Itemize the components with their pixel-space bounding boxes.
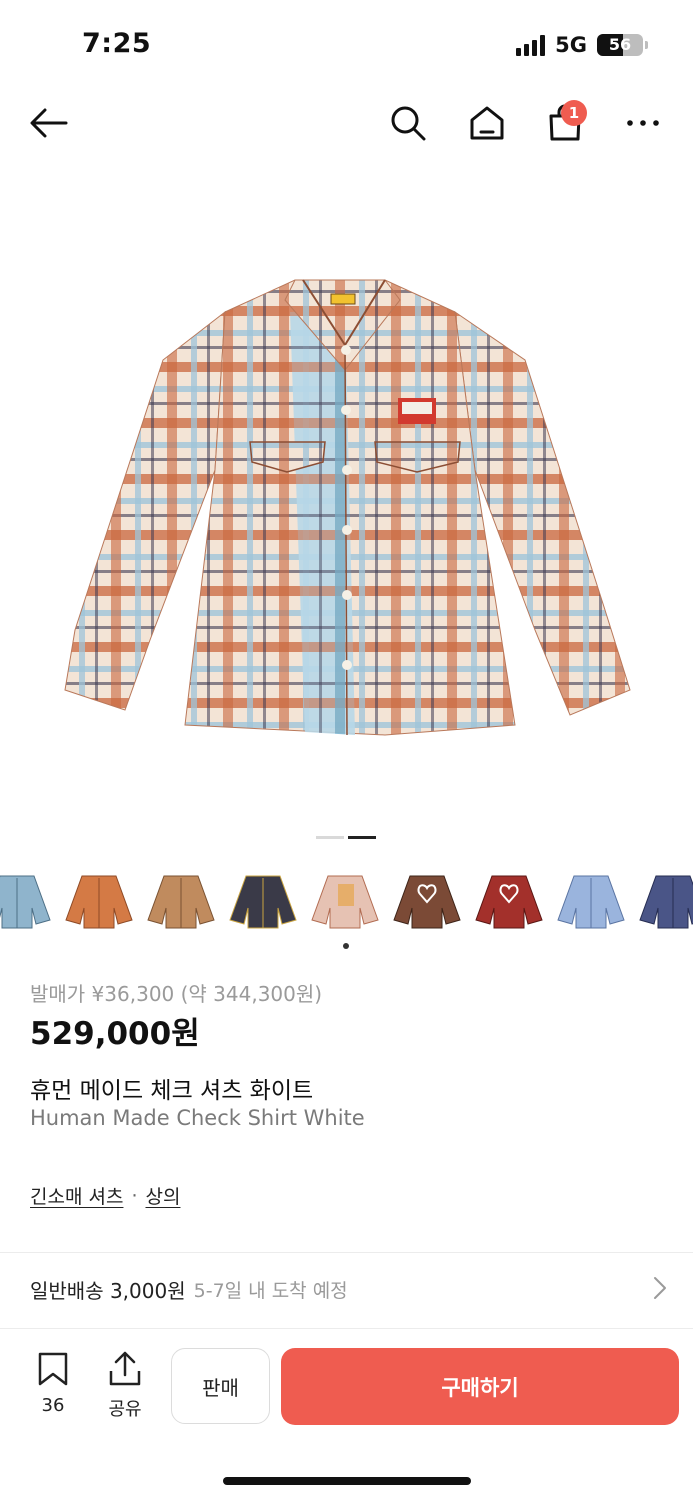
color-variants (0, 868, 693, 934)
share-label: 공유 (108, 1399, 142, 1420)
product-name-korean: 휴먼 메이드 체크 셔츠 화이트 (30, 1078, 314, 1104)
pager-dot-active (348, 836, 376, 839)
variant-thumbnail[interactable] (392, 868, 462, 934)
variant-thumbnail[interactable] (0, 868, 52, 934)
category-link-tops[interactable]: 상의 (146, 1182, 181, 1209)
signal-icon (516, 34, 546, 56)
product-image[interactable] (55, 250, 640, 750)
status-bar: 7:25 5G 56 (0, 0, 693, 90)
share-icon (109, 1351, 141, 1386)
variant-thumbnail-selected[interactable] (310, 868, 380, 934)
release-price: 발매가 ¥36,300 (약 344,300원) (30, 982, 323, 1006)
top-nav: 1 (0, 95, 693, 151)
home-indicator (223, 1477, 471, 1485)
product-price: 529,000원 (30, 1016, 200, 1052)
variant-thumbnail[interactable] (146, 868, 216, 934)
cart-button[interactable]: 1 (540, 95, 590, 151)
variant-thumbnail[interactable] (638, 868, 693, 934)
variant-thumbnail[interactable] (64, 868, 134, 934)
bookmark-count: 36 (41, 1395, 65, 1416)
pager-dot (316, 836, 344, 839)
product-name-english: Human Made Check Shirt White (30, 1106, 365, 1130)
shirt-thumbnail-icon (147, 875, 215, 929)
shirt-thumbnail-icon (475, 875, 543, 929)
shirt-thumbnail-icon (229, 875, 297, 929)
arrow-left-icon (30, 108, 68, 138)
network-label: 5G (555, 33, 587, 57)
back-button[interactable] (24, 95, 74, 151)
status-time: 7:25 (82, 28, 152, 59)
thumbnail-pager-dot (343, 943, 349, 949)
category-separator: · (131, 1184, 138, 1207)
shirt-thumbnail-icon (65, 875, 133, 929)
chevron-right-icon (654, 1277, 666, 1299)
shipping-info-row[interactable]: 일반배송 3,000원 5-7일 내 도착 예정 (0, 1253, 693, 1325)
variant-thumbnail[interactable] (556, 868, 626, 934)
buy-button[interactable]: 구매하기 (281, 1348, 679, 1425)
more-button[interactable] (618, 95, 668, 151)
bookmark-icon (38, 1352, 68, 1386)
shirt-thumbnail-icon (311, 875, 379, 929)
shirt-thumbnail-icon (393, 875, 461, 929)
shipping-fee: 일반배송 3,000원 (30, 1278, 186, 1303)
share-button[interactable]: 공유 (102, 1351, 148, 1421)
sell-button[interactable]: 판매 (171, 1348, 270, 1424)
shipping-eta: 5-7일 내 도착 예정 (193, 1279, 348, 1302)
home-button[interactable] (462, 95, 512, 151)
battery-level: 56 (608, 35, 632, 54)
home-icon (470, 106, 504, 140)
variant-thumbnail[interactable] (228, 868, 298, 934)
bookmark-button[interactable]: 36 (30, 1351, 76, 1416)
cart-badge: 1 (561, 100, 587, 126)
bottom-action-bar: 36 공유 판매 구매하기 (0, 1328, 693, 1438)
more-icon (627, 120, 659, 126)
shirt-image (64, 279, 631, 736)
variant-thumbnail[interactable] (474, 868, 544, 934)
search-button[interactable] (383, 95, 433, 151)
battery-cap (645, 41, 648, 49)
shirt-thumbnail-icon (639, 875, 693, 929)
shirt-thumbnail-icon (0, 875, 51, 929)
category-link-long-sleeve-shirts[interactable]: 긴소매 셔츠 (30, 1182, 123, 1209)
battery-icon: 56 (597, 34, 643, 56)
search-icon (391, 106, 426, 141)
status-indicators: 5G 56 (516, 33, 648, 57)
image-pager (316, 836, 376, 839)
category-breadcrumb: 긴소매 셔츠 · 상의 (30, 1182, 180, 1209)
shirt-thumbnail-icon (557, 875, 625, 929)
